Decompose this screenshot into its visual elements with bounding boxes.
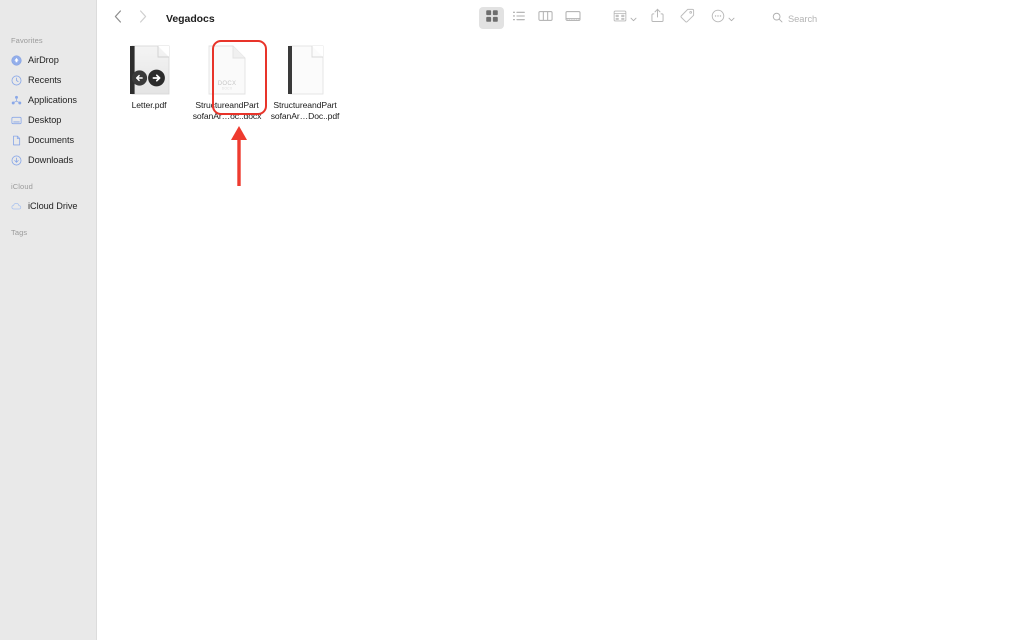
file-label-line1: StructureandPart <box>195 100 259 110</box>
pdf-page-preview-icon <box>288 45 324 95</box>
sidebar-item-label: iCloud Drive <box>28 201 78 211</box>
sidebar-section-favorites-title: Favorites <box>11 36 43 45</box>
column-view-button[interactable] <box>533 7 558 29</box>
columns-icon <box>538 9 553 28</box>
sidebar-item-label: Desktop <box>28 115 62 125</box>
sidebar-item-desktop[interactable]: Desktop <box>0 110 96 130</box>
toolbar: Vegadocs Search <box>97 0 1024 37</box>
sidebar-section-tags-title: Tags <box>11 228 28 237</box>
desktop-icon <box>11 115 22 126</box>
file-thumbnail <box>122 42 176 96</box>
sidebar-item-label: Documents <box>28 135 75 145</box>
search-icon <box>772 10 783 28</box>
cloud-icon <box>11 201 22 212</box>
tag-button[interactable] <box>676 7 699 29</box>
sidebar-item-applications[interactable]: Applications <box>0 90 96 110</box>
page-title: Vegadocs <box>166 12 215 25</box>
file-label: Letter.pdf <box>131 100 167 110</box>
chevron-left-icon <box>114 9 122 28</box>
sidebar-item-airdrop[interactable]: AirDrop <box>0 50 96 70</box>
sidebar-item-documents[interactable]: Documents <box>0 130 96 150</box>
sidebar: Favorites AirDrop Recents Applications D… <box>0 0 97 640</box>
file-thumbnail <box>278 42 332 96</box>
search-input[interactable]: Search <box>788 14 817 24</box>
document-icon <box>11 135 22 146</box>
pdf-preview-with-nav-arrows-icon <box>130 45 170 95</box>
applications-icon <box>11 95 22 106</box>
group-grid-icon <box>613 9 627 28</box>
file-label-line1: StructureandPart <box>273 100 337 110</box>
sidebar-item-label: AirDrop <box>28 55 59 65</box>
forward-button[interactable] <box>133 8 153 30</box>
chevron-right-icon <box>139 9 147 28</box>
file-label-line2: sofanAr…oc..docx <box>192 111 262 121</box>
share-icon <box>651 8 664 28</box>
toolbar-actions <box>609 7 737 29</box>
group-by-button[interactable] <box>609 7 639 29</box>
clock-icon <box>11 75 22 86</box>
more-circle-icon <box>711 9 725 28</box>
list-view-button[interactable] <box>506 7 531 29</box>
sidebar-item-icloud-drive[interactable]: iCloud Drive <box>0 196 96 216</box>
grid-icon <box>485 9 499 28</box>
list-icon <box>512 9 526 28</box>
docx-document-icon: DOCX DOCX <box>208 45 246 95</box>
airdrop-icon <box>11 54 22 66</box>
sidebar-item-label: Recents <box>28 75 62 85</box>
gallery-icon <box>565 9 581 28</box>
sidebar-item-label: Applications <box>28 95 77 105</box>
file-label-line2: sofanAr…Doc..pdf <box>270 111 340 121</box>
share-button[interactable] <box>647 7 668 29</box>
download-icon <box>11 155 22 166</box>
file-item-docx[interactable]: DOCX DOCX StructureandPart sofanAr…oc..d… <box>188 37 266 122</box>
file-grid: Letter.pdf DOCX DOCX StructureandPart so… <box>110 37 344 122</box>
sidebar-section-icloud-title: iCloud <box>11 182 33 191</box>
more-button[interactable] <box>707 7 737 29</box>
svg-text:DOCX: DOCX <box>222 87 233 91</box>
search-field[interactable]: Search <box>764 8 1024 29</box>
tag-icon <box>680 8 695 28</box>
sidebar-item-label: Downloads <box>28 155 74 165</box>
finder-window: Favorites AirDrop Recents Applications D… <box>0 0 1024 640</box>
icon-view-button[interactable] <box>479 7 504 29</box>
sidebar-item-downloads[interactable]: Downloads <box>0 150 96 170</box>
file-item-pdf[interactable]: StructureandPart sofanAr…Doc..pdf <box>266 37 344 122</box>
back-button[interactable] <box>108 8 128 30</box>
file-thumbnail: DOCX DOCX <box>200 42 254 96</box>
main-content: Vegadocs Search Letter.pdf DOCX DOCX Str… <box>97 0 1024 640</box>
file-item-letter-pdf[interactable]: Letter.pdf <box>110 37 188 111</box>
annotation-arrow <box>225 124 253 188</box>
gallery-view-button[interactable] <box>560 7 585 29</box>
view-mode-group <box>479 7 585 29</box>
chevron-down-icon <box>630 9 637 27</box>
chevron-down-icon <box>728 9 735 27</box>
sidebar-item-recents[interactable]: Recents <box>0 70 96 90</box>
